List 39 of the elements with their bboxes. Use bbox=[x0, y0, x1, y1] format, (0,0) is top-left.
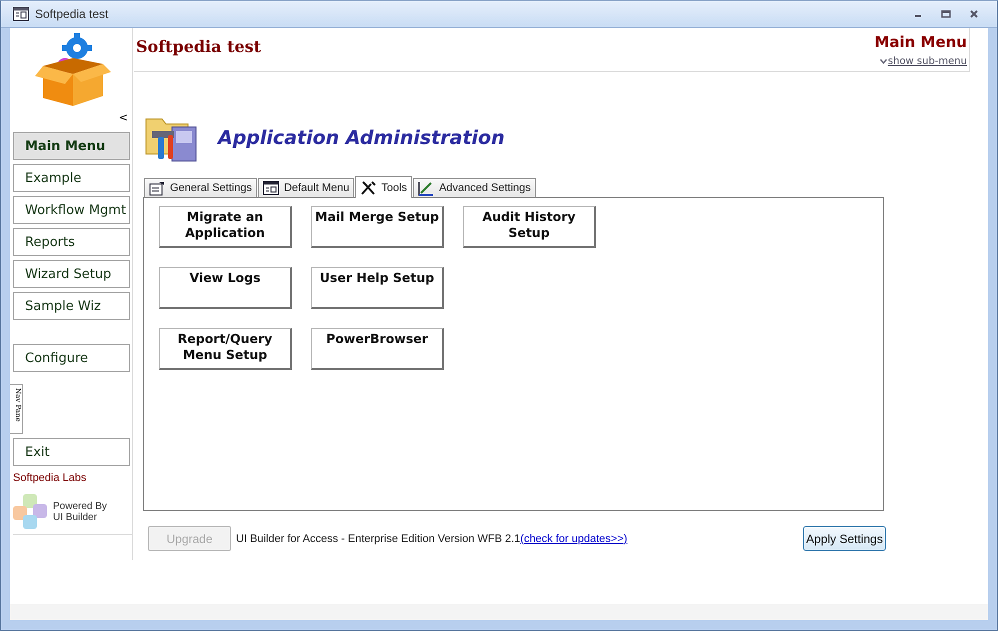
tool-button[interactable]: Audit History Setup bbox=[463, 206, 596, 248]
nav-button[interactable]: Example bbox=[13, 164, 130, 192]
form-icon bbox=[13, 7, 29, 21]
chevron-icon bbox=[880, 59, 887, 64]
collapse-glyph[interactable]: < bbox=[118, 112, 128, 123]
tool-button[interactable]: User Help Setup bbox=[311, 267, 444, 309]
nav-button[interactable]: Configure bbox=[13, 344, 130, 372]
tool-button[interactable]: Migrate an Application bbox=[159, 206, 292, 248]
tab[interactable]: Advanced Settings bbox=[413, 178, 536, 197]
menu-title: Main Menu bbox=[874, 33, 967, 51]
tool-button[interactable]: View Logs bbox=[159, 267, 292, 309]
nav-button[interactable]: Main Menu bbox=[13, 132, 130, 160]
powered-by-text: Powered By bbox=[53, 501, 107, 512]
company-label: Softpedia Labs bbox=[13, 472, 88, 484]
nav-button[interactable]: Workflow Mgmt bbox=[13, 196, 130, 224]
tool-button[interactable]: PowerBrowser bbox=[311, 328, 444, 370]
tool-button[interactable]: Report/Query Menu Setup bbox=[159, 328, 292, 370]
app-title: Softpedia test bbox=[136, 37, 262, 58]
tool-button[interactable]: Mail Merge Setup bbox=[311, 206, 444, 248]
tab[interactable]: General Settings bbox=[144, 178, 257, 197]
blocks-logo-icon bbox=[13, 494, 49, 530]
powered-by-text: UI Builder bbox=[53, 512, 98, 523]
form-edit-icon bbox=[149, 180, 165, 196]
close-icon[interactable] bbox=[969, 9, 979, 19]
maximize-icon[interactable] bbox=[941, 9, 951, 19]
ruler-pencil-icon bbox=[418, 180, 434, 196]
tab[interactable]: Default Menu bbox=[258, 178, 354, 197]
check-updates-link[interactable]: (check for updates>>) bbox=[520, 532, 628, 544]
nav-button[interactable]: Sample Wiz bbox=[13, 292, 130, 320]
nav-button[interactable]: Reports bbox=[13, 228, 130, 256]
version-text: UI Builder for Access - Enterprise Edition Version WFB 2.1 bbox=[236, 532, 520, 544]
section-title: Application Administration bbox=[218, 127, 505, 149]
tab[interactable]: Tools bbox=[355, 176, 412, 198]
form-icon bbox=[262, 181, 279, 195]
exit-button[interactable]: Exit bbox=[13, 438, 130, 466]
nav-button[interactable]: Wizard Setup bbox=[13, 260, 130, 288]
show-sub-menu-link[interactable]: show sub-menu bbox=[880, 56, 967, 67]
window-title: Softpedia test bbox=[35, 7, 108, 21]
apply-settings-button[interactable]: Apply Settings bbox=[803, 526, 886, 551]
